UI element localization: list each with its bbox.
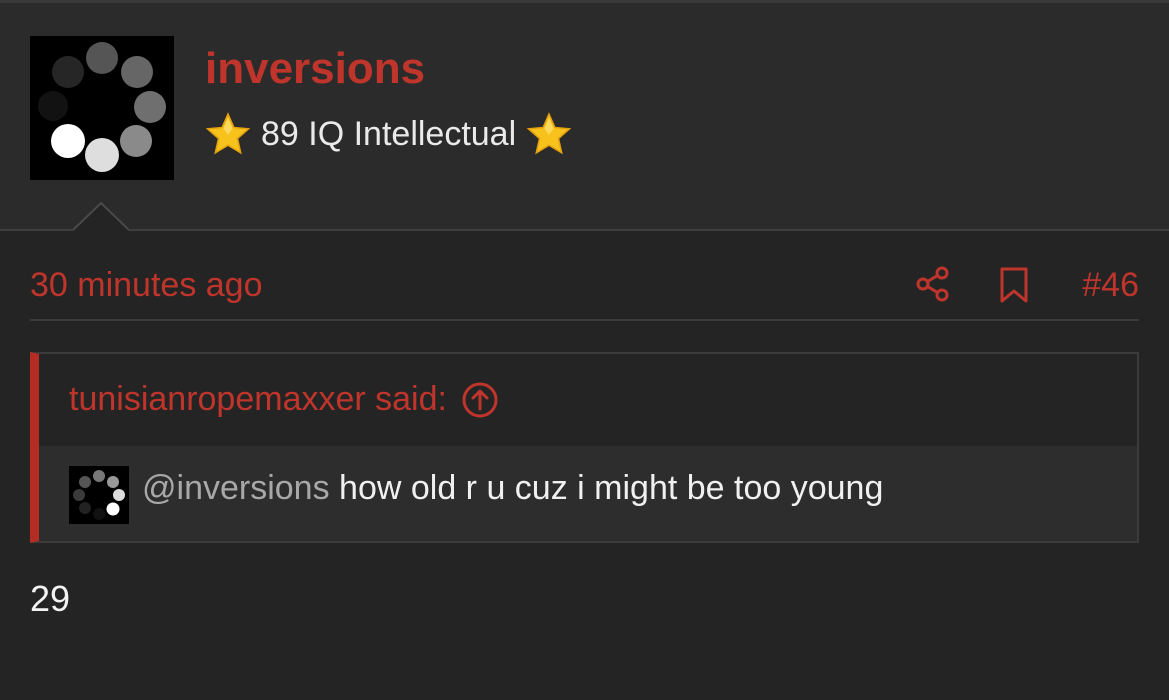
post-timestamp[interactable]: 30 minutes ago (30, 266, 263, 305)
user-mention-link[interactable]: @inversions (142, 469, 330, 507)
forum-post: inversions 89 IQ Intellectual 30 minutes… (0, 0, 1169, 700)
quote-avatar (69, 466, 129, 524)
meta-divider (30, 319, 1139, 321)
quote-body: @inversions how old r u cuz i might be t… (39, 446, 1137, 541)
user-block-pointer (73, 202, 129, 231)
star-icon (526, 112, 572, 155)
post-meta-row: 30 minutes ago #46 (30, 262, 1139, 310)
quote-author[interactable]: tunisianropemaxxer said: (69, 380, 499, 419)
quote-block: tunisianropemaxxer said: @inversions how… (30, 352, 1139, 543)
star-icon (205, 112, 251, 155)
user-title: 89 IQ Intellectual (205, 111, 572, 157)
post-number-link[interactable]: #46 (1082, 266, 1139, 305)
quote-text: @inversions how old r u cuz i might be t… (142, 469, 883, 508)
loading-spinner-icon (38, 42, 166, 172)
quote-header: tunisianropemaxxer said: (39, 354, 1137, 446)
user-block-divider (0, 229, 1169, 231)
user-title-text: 89 IQ Intellectual (261, 114, 517, 153)
arrow-up-circle-icon[interactable] (461, 381, 499, 419)
bookmark-icon[interactable] (998, 266, 1030, 304)
post-user-block: inversions 89 IQ Intellectual (0, 3, 1169, 231)
username[interactable]: inversions (205, 43, 425, 95)
post-message: 29 (30, 578, 71, 619)
quote-author-label[interactable]: tunisianropemaxxer said: (69, 380, 447, 419)
loading-spinner-icon (73, 470, 125, 520)
share-icon[interactable] (915, 266, 951, 302)
quote-message: how old r u cuz i might be too young (329, 469, 884, 507)
user-avatar[interactable] (30, 36, 174, 180)
